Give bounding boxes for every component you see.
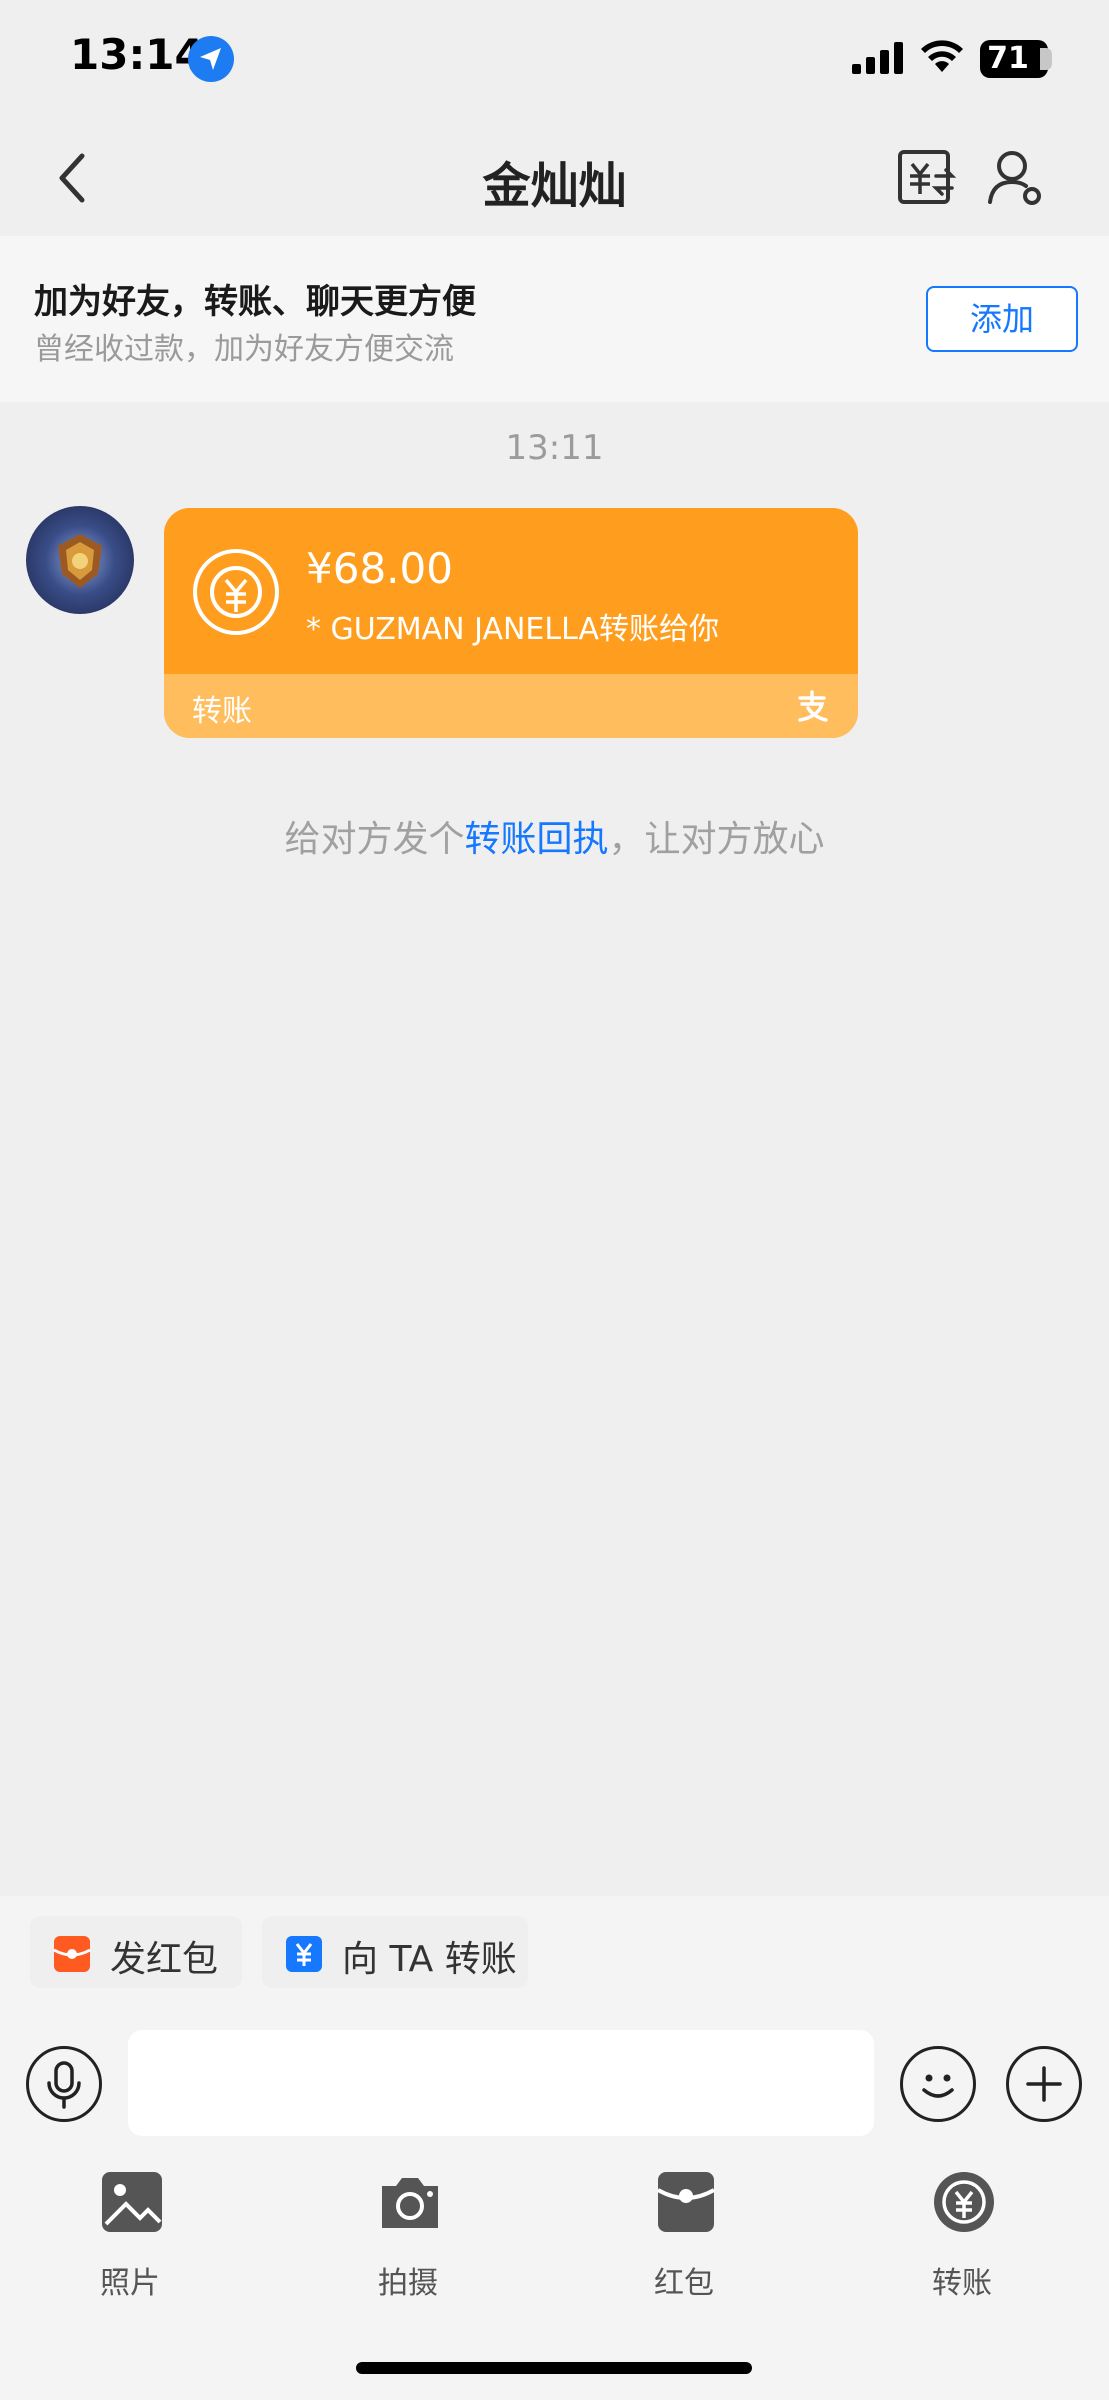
status-bar: 13:14 71: [0, 0, 1109, 120]
voice-button[interactable]: [26, 2046, 102, 2122]
transfer-to-ta-label: 向 TA 转账: [342, 1939, 517, 1980]
transfer-icon: [934, 2172, 994, 2232]
message-input[interactable]: [128, 2030, 874, 2136]
transfer-sender: * GUZMAN JANELLA转账给你: [306, 612, 720, 647]
location-arrow-icon: [188, 36, 234, 82]
avatar[interactable]: [26, 506, 134, 614]
receipt-hint-suffix: ，让对方放心: [608, 819, 825, 860]
wifi-icon: [921, 40, 963, 72]
quick-actions-bar: 发红包 向 TA 转账: [0, 1896, 1109, 1996]
add-friend-button[interactable]: 添加: [926, 286, 1078, 352]
tool-camera-label: 拍摄: [378, 2266, 438, 2301]
home-indicator[interactable]: [356, 2362, 752, 2374]
tool-red-packet[interactable]: 红包: [604, 2166, 764, 2326]
chat-header: 金灿灿: [0, 120, 1109, 236]
battery-level: 71: [987, 41, 1029, 76]
emoji-button[interactable]: [900, 2046, 976, 2122]
transfer-card-body: ¥68.00 * GUZMAN JANELLA转账给你: [164, 508, 858, 674]
tool-transfer[interactable]: 转账: [882, 2166, 1042, 2326]
battery-cap: [1040, 48, 1052, 70]
more-button[interactable]: [1006, 2046, 1082, 2122]
receipt-link[interactable]: 转账回执: [464, 819, 608, 860]
banner-subtitle: 曾经收过款，加为好友方便交流: [34, 332, 454, 367]
microphone-icon: [47, 2061, 81, 2109]
camera-icon: [382, 2178, 438, 2228]
add-friend-banner: 加为好友，转账、聊天更方便 曾经收过款，加为好友方便交流 添加: [0, 236, 1109, 402]
send-red-packet-chip[interactable]: 发红包: [30, 1916, 242, 1988]
transfer-icon: [286, 1936, 322, 1972]
tool-photo[interactable]: 照片: [50, 2166, 210, 2326]
message-timestamp: 13:11: [505, 428, 604, 468]
transfer-record-icon[interactable]: [896, 146, 956, 208]
battery-icon: 71: [980, 40, 1048, 78]
red-packet-icon: [657, 2172, 715, 2232]
transfer-message-card[interactable]: ¥68.00 * GUZMAN JANELLA转账给你 转账: [164, 508, 858, 738]
transfer-to-ta-chip[interactable]: 向 TA 转账: [262, 1916, 528, 1988]
tool-camera[interactable]: 拍摄: [328, 2166, 488, 2326]
transfer-amount: ¥68.00: [306, 544, 453, 593]
tool-transfer-label: 转账: [932, 2266, 992, 2301]
receipt-hint: 给对方发个转账回执，让对方放心: [0, 810, 1109, 862]
send-red-packet-label: 发红包: [110, 1939, 219, 1980]
alipay-icon: [798, 690, 828, 722]
input-bar: [0, 1996, 1109, 2166]
emoji-icon: [922, 2074, 954, 2098]
signal-icon: [852, 42, 903, 74]
receipt-hint-prefix: 给对方发个: [284, 819, 465, 860]
red-packet-icon: [53, 1936, 91, 1972]
tool-photo-label: 照片: [100, 2266, 160, 2301]
plus-icon: [1026, 2066, 1062, 2102]
tool-red-packet-label: 红包: [654, 2266, 714, 2301]
transfer-card-label: 转账: [192, 694, 252, 729]
transfer-card-footer: 转账: [164, 674, 858, 738]
chat-page: 13:14 71 金灿灿 加为好友，转账、聊天更方便 曾经收过款，加为好友方便交…: [0, 0, 1109, 2400]
transfer-coin-icon: [193, 549, 279, 635]
status-time: 13:14: [70, 30, 204, 79]
photo-icon: [102, 2172, 162, 2232]
profile-settings-icon[interactable]: [986, 146, 1046, 208]
banner-title: 加为好友，转账、聊天更方便: [34, 282, 476, 322]
